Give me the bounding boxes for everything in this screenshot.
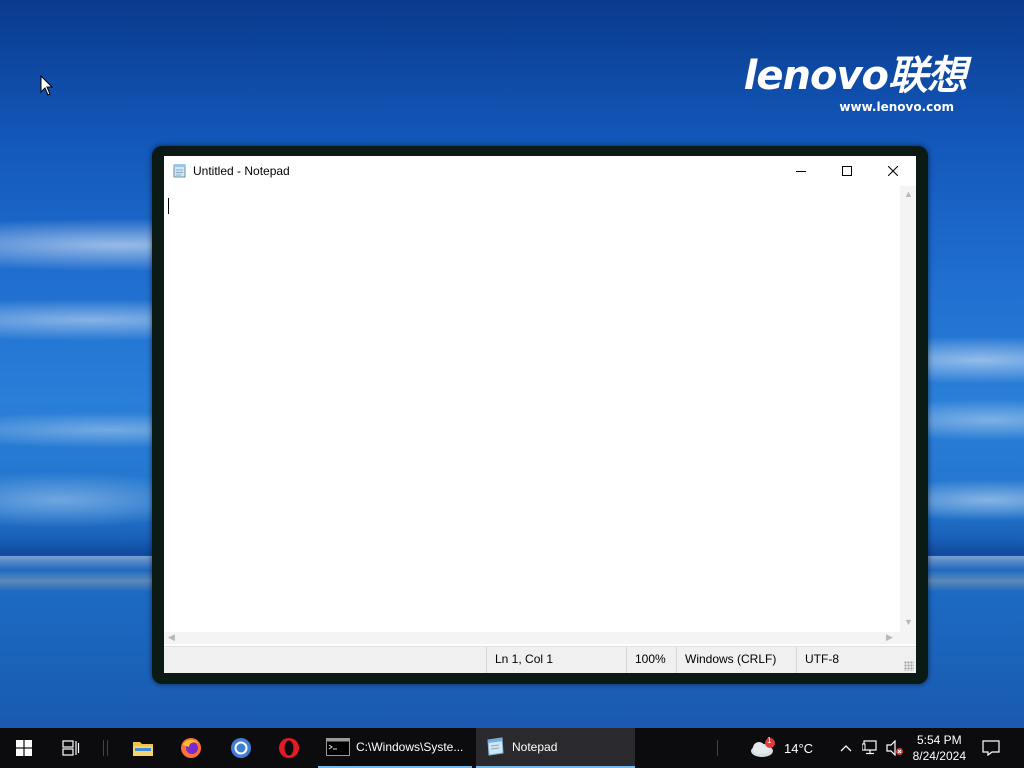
scroll-right-icon[interactable]: ▶ <box>886 633 893 642</box>
brand-url: www.lenovo.com <box>839 100 954 114</box>
cmd-icon <box>326 738 350 756</box>
network-button[interactable] <box>860 728 882 768</box>
text-caret <box>168 198 169 214</box>
taskbar-notepad-label: Notepad <box>512 740 558 754</box>
taskbar-separator <box>103 740 104 756</box>
chrome-button[interactable] <box>218 728 264 768</box>
mouse-cursor-icon <box>40 75 54 96</box>
wallpaper-brand: lenovo联想 www.lenovo.com <box>743 53 967 114</box>
resize-grip-icon[interactable] <box>904 661 914 671</box>
clock-date: 8/24/2024 <box>912 749 966 763</box>
taskbar-separator <box>717 740 718 756</box>
horizontal-scrollbar[interactable]: ◀ ▶ <box>164 632 900 644</box>
opera-button[interactable] <box>266 728 312 768</box>
maximize-icon <box>842 166 852 176</box>
file-explorer-icon <box>133 742 153 756</box>
taskbar-separator <box>107 740 108 756</box>
notepad-window-content: Untitled - Notepad ▲ ▼ ◀ ▶ Ln 1, Col 1 1… <box>164 156 916 673</box>
vertical-scrollbar[interactable]: ▲ ▼ <box>900 186 916 632</box>
task-view-button[interactable] <box>48 728 94 768</box>
volume-button[interactable] <box>884 728 906 768</box>
weather-badge: 1 <box>767 736 772 745</box>
status-encoding: UTF-8 <box>796 647 902 673</box>
text-editor[interactable] <box>164 186 900 644</box>
chevron-up-icon <box>840 745 852 752</box>
notification-icon <box>982 740 1000 756</box>
chrome-icon <box>231 738 251 758</box>
minimize-button[interactable] <box>778 156 824 186</box>
clock-time: 5:54 PM <box>916 733 962 747</box>
firefox-icon <box>181 738 201 758</box>
scroll-left-icon[interactable]: ◀ <box>168 633 175 642</box>
taskbar-notepad-window[interactable]: Notepad <box>476 728 635 768</box>
notepad-icon <box>487 737 504 756</box>
close-button[interactable] <box>870 156 916 186</box>
scrollbar-corner <box>900 632 916 644</box>
weather-temp: 14°C <box>784 740 814 756</box>
start-button[interactable] <box>0 728 48 768</box>
taskbar-cmd-window[interactable]: C:\Windows\Syste... <box>318 728 472 768</box>
file-explorer-button[interactable] <box>120 728 166 768</box>
cloudy-weather-icon <box>751 738 775 757</box>
scroll-up-icon[interactable]: ▲ <box>904 190 913 199</box>
taskbar-cmd-label: C:\Windows\Syste... <box>356 740 464 754</box>
minimize-icon <box>796 171 806 172</box>
close-icon <box>888 166 898 176</box>
notepad-window[interactable]: Untitled - Notepad ▲ ▼ ◀ ▶ Ln 1, Col 1 1… <box>152 146 928 684</box>
network-icon <box>862 740 877 755</box>
window-title: Untitled - Notepad <box>193 164 290 178</box>
status-position: Ln 1, Col 1 <box>486 647 626 673</box>
taskbar: C:\Windows\Syste... Notepad 1 14°C 5:54 … <box>0 728 1024 768</box>
show-hidden-icons-button[interactable] <box>836 728 856 768</box>
clock[interactable]: 5:54 PM 8/24/2024 <box>913 732 966 764</box>
brand-logo: lenovo联想 <box>743 53 967 99</box>
weather-widget[interactable]: 1 14°C <box>748 728 818 768</box>
status-zoom: 100% <box>626 647 676 673</box>
title-bar[interactable]: Untitled - Notepad <box>164 156 916 186</box>
firefox-button[interactable] <box>168 728 214 768</box>
start-icon <box>16 740 32 756</box>
notepad-icon <box>173 164 186 178</box>
volume-muted-icon <box>886 740 903 756</box>
status-line-ending: Windows (CRLF) <box>676 647 796 673</box>
maximize-button[interactable] <box>824 156 870 186</box>
action-center-button[interactable] <box>974 728 1008 768</box>
task-view-icon <box>62 740 80 756</box>
scroll-down-icon[interactable]: ▼ <box>904 618 913 627</box>
status-bar: Ln 1, Col 1 100% Windows (CRLF) UTF-8 <box>164 646 916 673</box>
opera-icon <box>279 738 299 758</box>
